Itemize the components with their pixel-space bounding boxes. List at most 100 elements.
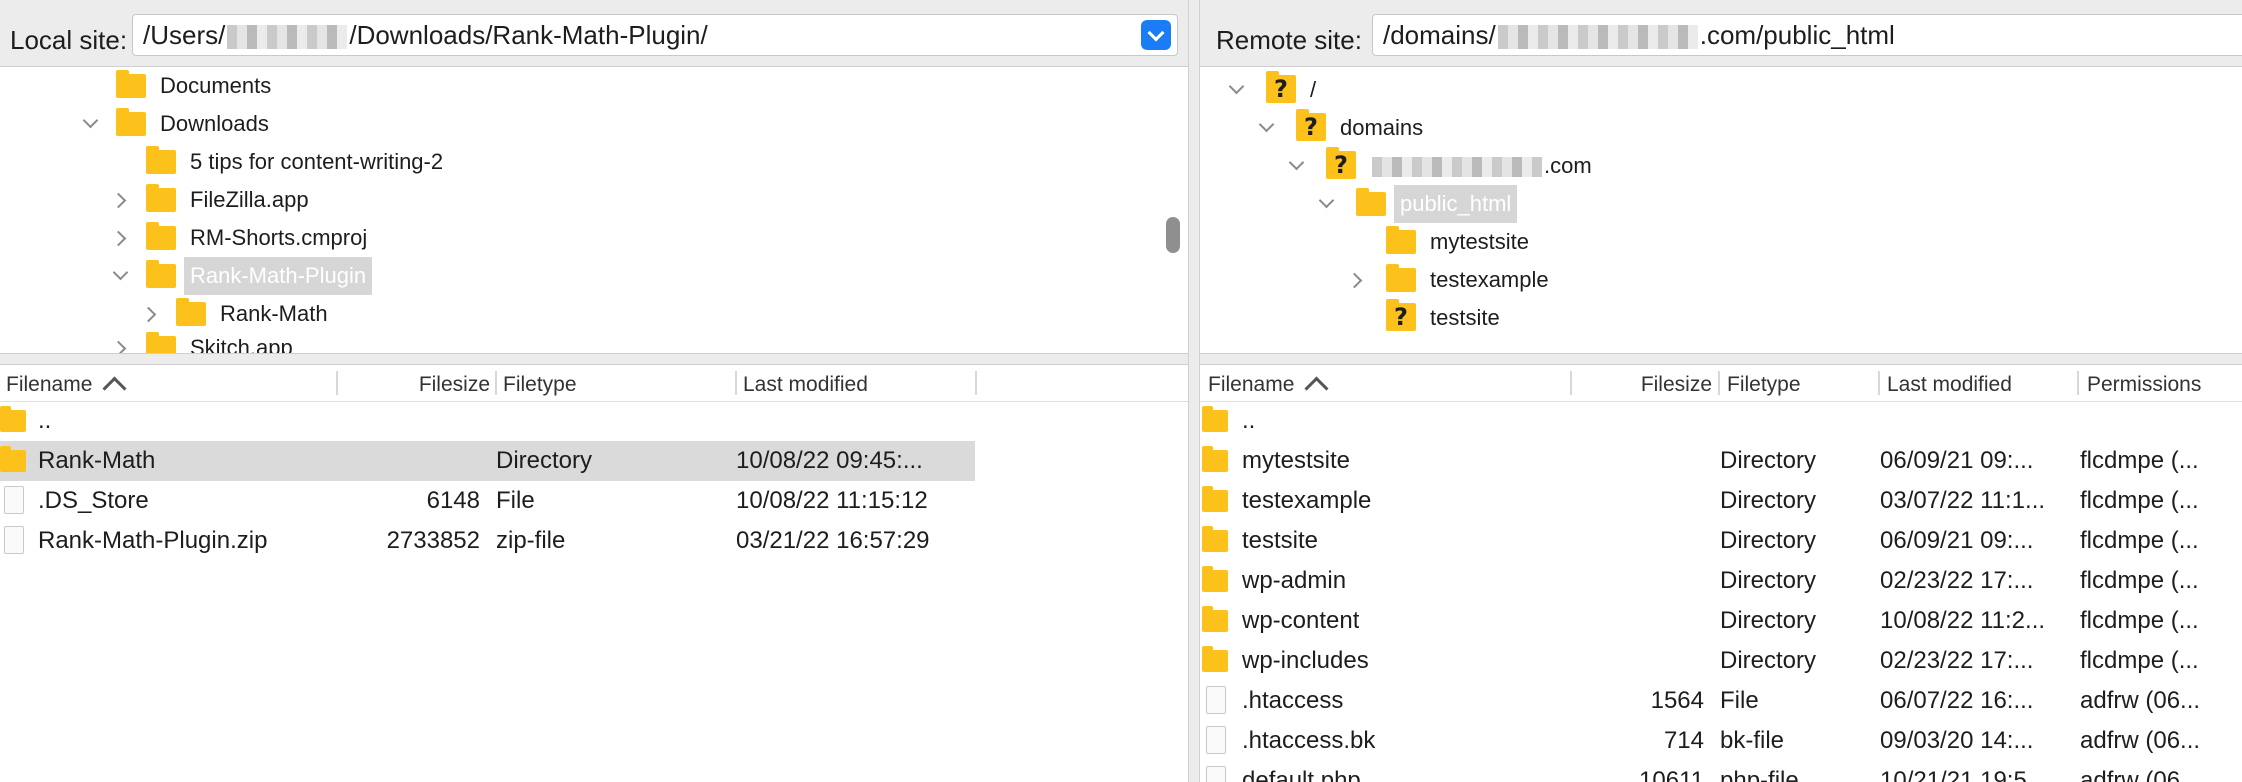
local-pane: Local site: /Users//Downloads/Rank-Math-…: [0, 0, 1188, 782]
remote-site-bar: Remote site: /domains/.com/public_html: [1200, 0, 2242, 67]
remote-tree-item[interactable]: ? .com: [1200, 147, 2242, 185]
col-filetype[interactable]: Filetype: [503, 365, 577, 401]
table-row[interactable]: wp-admin Directory 02/23/22 17:... flcdmpe …: [1200, 561, 2242, 601]
cell-filename: wp-includes: [1242, 647, 1369, 674]
tree-item-label: public_html: [1394, 185, 1518, 223]
local-site-path-input[interactable]: /Users/ /Downloads/Rank-Math-Plugin/: [132, 14, 1178, 56]
folder-icon: [116, 108, 146, 136]
chevron-down-icon[interactable]: [1141, 20, 1171, 50]
table-row[interactable]: wp-content Directory 10/08/22 11:2... flcdm…: [1200, 601, 2242, 641]
chevron-right-icon[interactable]: [140, 295, 162, 333]
pane-splitter[interactable]: [0, 353, 1188, 365]
cell-filetype: File: [1720, 687, 1759, 714]
redacted-domain: [1372, 157, 1542, 178]
cell-filesize: 714: [1663, 727, 1704, 754]
table-row[interactable]: .htaccess 1564 File 06/07/22 16:... adfrw (0…: [1200, 681, 2242, 721]
tree-item-label: /: [1310, 77, 1317, 102]
local-path-prefix: /Users/: [143, 20, 226, 50]
cell-permissions: adfrw (06...: [2080, 767, 2201, 782]
pane-splitter[interactable]: [1200, 353, 2242, 365]
remote-tree-item[interactable]: testexample: [1200, 261, 2242, 299]
chevron-down-icon[interactable]: [1226, 71, 1248, 109]
chevron-down-icon[interactable]: [80, 105, 102, 143]
remote-tree-item[interactable]: ? testsite: [1200, 299, 2242, 337]
local-tree-item[interactable]: Documents: [0, 67, 1188, 105]
table-row[interactable]: .DS_Store 6148 File 10/08/22 11:15:12: [0, 481, 1188, 521]
cell-last-modified: 06/09/21 09:...: [1880, 447, 2034, 474]
remote-site-path-input[interactable]: /domains/ .com/public_html: [1372, 14, 2242, 56]
col-filetype[interactable]: Filetype: [1727, 365, 1801, 401]
table-row[interactable]: testsite Directory 06/09/21 09:... flcdmpe …: [1200, 521, 2242, 561]
table-row[interactable]: ..: [1200, 401, 2242, 441]
folder-icon: [1202, 526, 1228, 552]
local-site-bar: Local site: /Users//Downloads/Rank-Math-…: [0, 0, 1188, 67]
tree-item-label: mytestsite: [1430, 229, 1530, 254]
file-icon: [1206, 726, 1226, 754]
col-filename[interactable]: Filename: [1208, 365, 1329, 401]
local-tree-item[interactable]: RM-Shorts.cmproj: [0, 219, 1188, 257]
chevron-down-icon[interactable]: [1256, 109, 1278, 147]
col-last-modified[interactable]: Last modified: [1887, 365, 2012, 401]
folder-icon: [176, 298, 206, 326]
remote-tree-item[interactable]: ? /: [1200, 71, 2242, 109]
table-row[interactable]: testexample Directory 03/07/22 11:1... flcd…: [1200, 481, 2242, 521]
table-row[interactable]: default.php 10611 php-file 10/21/21 19:5...…: [1200, 761, 2242, 782]
local-tree-item[interactable]: 5 tips for content-writing-2: [0, 143, 1188, 181]
table-row[interactable]: ..: [0, 401, 1188, 441]
cell-last-modified: 10/21/21 19:5...: [1880, 767, 2047, 782]
col-filesize[interactable]: Filesize: [346, 365, 490, 401]
chevron-right-icon[interactable]: [110, 219, 132, 257]
local-tree-item[interactable]: Downloads: [0, 105, 1188, 143]
folder-icon: [116, 70, 146, 98]
local-tree-item[interactable]: Skitch.app: [0, 329, 1188, 353]
table-row[interactable]: Rank-Math Directory 10/08/22 09:45:...: [0, 441, 975, 481]
cell-filetype: Directory: [496, 447, 593, 474]
col-last-modified[interactable]: Last modified: [743, 365, 868, 401]
table-row[interactable]: mytestsite Directory 06/09/21 09:... flcdmp…: [1200, 441, 2242, 481]
cell-filesize: 2733852: [386, 527, 480, 554]
unknown-folder-icon: ?: [1266, 71, 1296, 103]
cell-filename: .htaccess: [1242, 687, 1344, 714]
col-filesize[interactable]: Filesize: [1580, 365, 1712, 401]
cell-filetype: Directory: [1720, 527, 1817, 554]
remote-tree-item[interactable]: mytestsite: [1200, 223, 2242, 261]
local-file-list: Filename Filesize Filetype Last modified…: [0, 365, 1188, 782]
chevron-right-icon[interactable]: [1346, 261, 1368, 299]
redacted-username: [227, 25, 348, 50]
folder-icon: [146, 184, 176, 212]
remote-column-headers: Filename Filesize Filetype Last modified…: [1200, 365, 2242, 402]
remote-tree-item[interactable]: ? domains: [1200, 109, 2242, 147]
cell-filetype: Directory: [1720, 487, 1817, 514]
sort-ascending-icon: [102, 376, 127, 401]
table-row[interactable]: wp-includes Directory 02/23/22 17:... flcdm…: [1200, 641, 2242, 681]
cell-last-modified: 09/03/20 14:...: [1880, 727, 2034, 754]
col-permissions[interactable]: Permissions: [2087, 365, 2201, 401]
remote-pane: Remote site: /domains/.com/public_html ?…: [1200, 0, 2242, 782]
cell-last-modified: 10/08/22 11:2...: [1880, 607, 2046, 634]
cell-filesize: [340, 441, 480, 481]
remote-tree-item[interactable]: public_html: [1200, 185, 2242, 223]
unknown-folder-icon: ?: [1296, 109, 1326, 141]
file-icon: [1206, 766, 1226, 782]
table-row[interactable]: Rank-Math-Plugin.zip 2733852 zip-file 03/21…: [0, 521, 1188, 561]
cell-filetype: Directory: [1720, 567, 1817, 594]
chevron-right-icon[interactable]: [110, 329, 132, 353]
cell-last-modified: 10/08/22 09:45:...: [736, 447, 923, 474]
chevron-down-icon[interactable]: [1316, 185, 1338, 223]
cell-filetype: Directory: [1720, 647, 1817, 674]
file-icon: [4, 486, 24, 514]
local-tree-item[interactable]: Rank-Math: [0, 295, 1188, 333]
local-column-headers: Filename Filesize Filetype Last modified: [0, 365, 1188, 402]
local-tree-item[interactable]: Rank-Math-Plugin: [0, 257, 1188, 295]
vertical-pane-divider[interactable]: [1188, 0, 1200, 782]
cell-permissions: flcdmpe (...: [2080, 567, 2199, 594]
table-row[interactable]: .htaccess.bk 714 bk-file 09/03/20 14:... adf…: [1200, 721, 2242, 761]
chevron-down-icon[interactable]: [110, 257, 132, 295]
cell-filename: testsite: [1242, 527, 1319, 554]
col-filename[interactable]: Filename: [6, 365, 127, 401]
cell-filename: .htaccess.bk: [1242, 727, 1376, 754]
chevron-right-icon[interactable]: [110, 181, 132, 219]
local-directory-tree: Documents Downloads 5 tips for content-wri…: [0, 67, 1188, 353]
chevron-down-icon[interactable]: [1286, 147, 1308, 185]
local-tree-item[interactable]: FileZilla.app: [0, 181, 1188, 219]
